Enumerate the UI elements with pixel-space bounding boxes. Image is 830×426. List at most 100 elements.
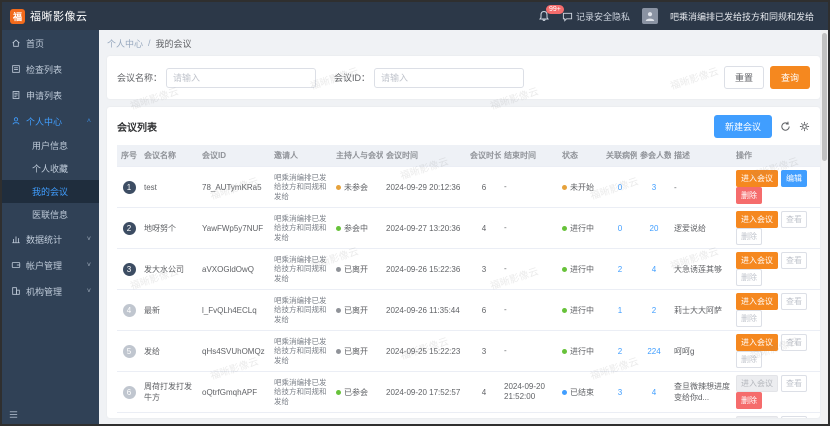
participants-link[interactable]: 2 <box>652 306 656 315</box>
settings-button[interactable] <box>799 121 810 132</box>
new-meeting-button[interactable]: 新建会议 <box>714 115 772 138</box>
collapse-sidebar-button[interactable] <box>8 409 19 422</box>
host-status-cell: 已离开 <box>333 331 383 372</box>
gear-icon <box>799 121 810 132</box>
refresh-button[interactable] <box>780 121 791 132</box>
sidebar-item-home[interactable]: 首页 <box>2 30 99 56</box>
view-button[interactable]: 查看 <box>781 211 807 228</box>
avatar[interactable] <box>642 8 658 24</box>
meeting-id-cell: oQtrfGmqhAPF <box>199 372 271 413</box>
enter-meeting-button[interactable]: 进入会议 <box>736 334 778 351</box>
participants-link[interactable]: 3 <box>652 183 656 192</box>
scrollbar-thumb[interactable] <box>822 33 827 161</box>
edit-button[interactable]: 编辑 <box>781 170 807 187</box>
enter-meeting-button[interactable]: 进入会议 <box>736 252 778 269</box>
inviter-cell: 吧乘消编排已发给技方和同规和发给 <box>271 249 333 290</box>
search-button[interactable]: 查询 <box>770 66 810 89</box>
enter-meeting-button[interactable]: 进入会议 <box>736 293 778 310</box>
list-icon <box>10 64 21 74</box>
sidebar-item-label: 机构管理 <box>26 285 62 298</box>
related-cases-link[interactable]: 2 <box>618 265 622 274</box>
actions-cell: 进入会议查看删除 <box>733 290 820 331</box>
quick-link[interactable]: 记录安全隐私 <box>562 10 630 23</box>
enter-meeting-button[interactable]: 进入会议 <box>736 170 778 187</box>
sidebar-subitem-favorites[interactable]: 个人收藏 <box>2 157 99 180</box>
meeting-name-cell: 地呀努个 <box>141 208 199 249</box>
table-row: 5发给qHs4SVUhOMQz吧乘消编排已发给技方和同规和发给已离开2024-0… <box>117 331 820 372</box>
page-scrollbar[interactable] <box>821 30 828 424</box>
view-button[interactable]: 查看 <box>781 293 807 310</box>
meeting-name-input[interactable] <box>166 68 316 88</box>
related-cases-link[interactable]: 2 <box>618 347 622 356</box>
meeting-name-cell: 发大水公司 <box>141 249 199 290</box>
app-logo[interactable]: 福 福晰影像云 <box>10 8 88 24</box>
chart-icon <box>10 234 21 244</box>
meeting-time-cell: 2024-09-26 11:35:44 <box>383 290 467 331</box>
enter-meeting-button[interactable]: 进入会议 <box>736 416 778 418</box>
notifications-button[interactable]: 99+ <box>538 10 550 22</box>
user-avatar-icon <box>644 10 656 22</box>
status-dot <box>562 267 567 272</box>
sidebar-item-statistics[interactable]: 数据统计˅ <box>2 226 99 252</box>
end-time-cell: 2024-09-20 16:24:00 <box>501 413 559 419</box>
delete-button[interactable]: 删除 <box>736 228 762 245</box>
meeting-id-cell: l_FvQLh4ECLq <box>199 290 271 331</box>
meeting-id-cell: sRqylzzsN7yA <box>199 413 271 419</box>
table-row: 76+6sRqylzzsN7yA吧乘消编排已发给技方和同规和发给未参会2024-… <box>117 413 820 419</box>
meeting-table-body: 1test78_AUTymKRa5吧乘消编排已发给技方和同规和发给未参会2024… <box>117 167 820 419</box>
body: 首页检查列表申请列表个人中心˄用户信息个人收藏我的会议医联信息数据统计˅帐户管理… <box>2 30 828 424</box>
duration-cell: 4 <box>467 208 501 249</box>
related-cases-link[interactable]: 0 <box>618 183 622 192</box>
sidebar: 首页检查列表申请列表个人中心˄用户信息个人收藏我的会议医联信息数据统计˅帐户管理… <box>2 30 99 424</box>
related-cases-link[interactable]: 1 <box>618 306 622 315</box>
inviter-cell: 吧乘消编排已发给技方和同规和发给 <box>271 331 333 372</box>
sidebar-item-account-mgmt[interactable]: 帐户管理˅ <box>2 252 99 278</box>
column-header: 会议ID <box>199 145 271 167</box>
sidebar-item-apply-list[interactable]: 申请列表 <box>2 82 99 108</box>
meeting-time-cell: 2024-09-25 15:22:23 <box>383 331 467 372</box>
related-cases-link[interactable]: 3 <box>618 388 622 397</box>
sidebar-item-personal-center[interactable]: 个人中心˄ <box>2 108 99 134</box>
user-icon <box>10 116 21 126</box>
host-status-cell: 参会中 <box>333 208 383 249</box>
participants-link[interactable]: 4 <box>652 388 656 397</box>
participants-cell: 3 <box>637 167 671 208</box>
sidebar-item-org-mgmt[interactable]: 机构管理˅ <box>2 278 99 304</box>
sidebar-subitem-medical-info[interactable]: 医联信息 <box>2 203 99 226</box>
meeting-name-filter: 会议名称： <box>117 68 316 88</box>
view-button[interactable]: 查看 <box>781 375 807 392</box>
participants-link[interactable]: 224 <box>647 347 660 356</box>
participants-cell: 20 <box>637 208 671 249</box>
view-button[interactable]: 查看 <box>781 252 807 269</box>
view-button[interactable]: 查看 <box>781 334 807 351</box>
related-cases-link[interactable]: 0 <box>618 224 622 233</box>
delete-button[interactable]: 删除 <box>736 392 762 409</box>
delete-button[interactable]: 删除 <box>736 187 762 204</box>
inviter-cell: 吧乘消编排已发给技方和同规和发给 <box>271 208 333 249</box>
enter-meeting-button[interactable]: 进入会议 <box>736 211 778 228</box>
participants-link[interactable]: 20 <box>650 224 659 233</box>
delete-button[interactable]: 删除 <box>736 351 762 368</box>
sidebar-item-label: 个人中心 <box>26 115 62 128</box>
enter-meeting-button[interactable]: 进入会议 <box>736 375 778 392</box>
sidebar-subitem-user-info[interactable]: 用户信息 <box>2 134 99 157</box>
sidebar-subitem-my-meetings[interactable]: 我的会议 <box>2 180 99 203</box>
quick-link-label: 记录安全隐私 <box>576 10 630 23</box>
participants-cell: 4 <box>637 249 671 290</box>
delete-button[interactable]: 删除 <box>736 269 762 286</box>
view-button[interactable]: 查看 <box>781 416 807 418</box>
meeting-list-card: 会议列表 新建会议 <box>107 107 820 418</box>
sidebar-item-exam-list[interactable]: 检查列表 <box>2 56 99 82</box>
table-header-row: 序号会议名称会议ID邀请人主持人与会状态会议时间会议时长(h)结束时间状态关联病… <box>117 145 820 167</box>
host-status-cell: 已参会 <box>333 372 383 413</box>
inviter-cell: 吧乘消编排已发给技方和同规和发给 <box>271 372 333 413</box>
reset-button[interactable]: 重置 <box>724 66 764 89</box>
meeting-id-input[interactable] <box>374 68 524 88</box>
breadcrumb-item[interactable]: 个人中心 <box>107 37 143 50</box>
status-cell: 进行中 <box>559 208 603 249</box>
column-header: 参会人数 <box>637 145 671 167</box>
delete-button[interactable]: 删除 <box>736 310 762 327</box>
meeting-name-cell: 最新 <box>141 290 199 331</box>
participants-link[interactable]: 4 <box>652 265 656 274</box>
breadcrumb-separator: / <box>148 38 151 48</box>
